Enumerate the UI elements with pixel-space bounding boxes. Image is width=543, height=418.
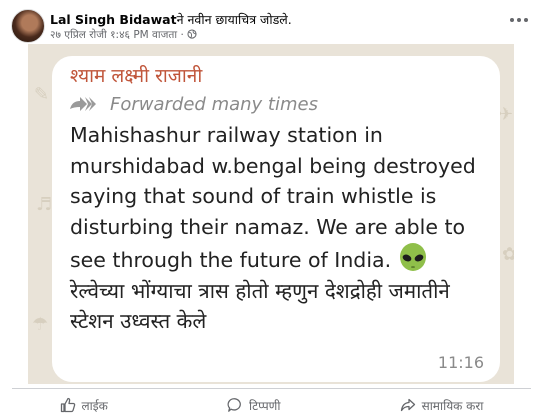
message-text: Mahishashur railway station in murshidab…	[70, 120, 490, 337]
author-name-link[interactable]: Lal Singh Bidawat	[50, 12, 177, 27]
forwarded-label: Forwarded many times	[110, 93, 318, 115]
post-author-line: Lal Singh Bidawatने नवीन छायाचित्र जोडले…	[50, 11, 292, 28]
action-divider	[12, 388, 531, 389]
message-text-marathi: रेल्वेच्या भोंग्याचा त्रास होतो म्हणुन द…	[70, 278, 450, 334]
thumbs-up-icon	[60, 397, 75, 413]
chat-message-bubble: श्याम लक्ष्मी राजानी Forwarded many time…	[52, 56, 500, 382]
alien-emoji-icon	[400, 243, 427, 271]
forward-arrows-icon	[70, 97, 96, 111]
more-options-icon[interactable]	[507, 10, 531, 30]
wallpaper-doodle: ♬	[36, 194, 53, 215]
post-header: Lal Singh Bidawatने नवीन छायाचित्र जोडले…	[0, 0, 543, 44]
forwarded-indicator: Forwarded many times	[68, 92, 318, 116]
share-label: सामायिक करा	[421, 398, 484, 413]
comment-label: टिप्पणी	[249, 398, 281, 413]
share-button[interactable]: सामायिक करा	[392, 395, 492, 416]
wallpaper-doodle: ✈	[498, 104, 514, 125]
post-timestamp[interactable]: २७ एप्रिल रोजी १:४६ PM वाजता	[50, 29, 177, 41]
post-action-bar: लाईक टिप्पणी सामायिक करा	[0, 392, 543, 418]
author-avatar[interactable]	[11, 9, 45, 43]
meta-separator: ·	[180, 29, 184, 41]
post-action-text: ने नवीन छायाचित्र जोडले.	[176, 12, 292, 27]
comment-icon	[227, 398, 241, 412]
wallpaper-doodle: ✿	[502, 244, 514, 265]
message-time: 11:16	[437, 353, 484, 372]
globe-icon	[187, 29, 197, 39]
wallpaper-doodle: ☂	[32, 314, 49, 335]
like-label: लाईक	[81, 398, 108, 413]
post-card: Lal Singh Bidawatने नवीन छायाचित्र जोडले…	[0, 0, 543, 418]
post-meta: २७ एप्रिल रोजी १:४६ PM वाजता ·	[50, 28, 197, 42]
share-icon	[400, 398, 415, 412]
comment-button[interactable]: टिप्पणी	[219, 395, 288, 416]
wallpaper-doodle: ✎	[34, 84, 50, 105]
message-sender: श्याम लक्ष्मी राजानी	[70, 65, 203, 87]
post-photo[interactable]: ✎ ♬ ☂ ✈ ✿ श्याम लक्ष्मी राजानी Forwarded…	[28, 44, 514, 384]
like-button[interactable]: लाईक	[52, 395, 116, 416]
